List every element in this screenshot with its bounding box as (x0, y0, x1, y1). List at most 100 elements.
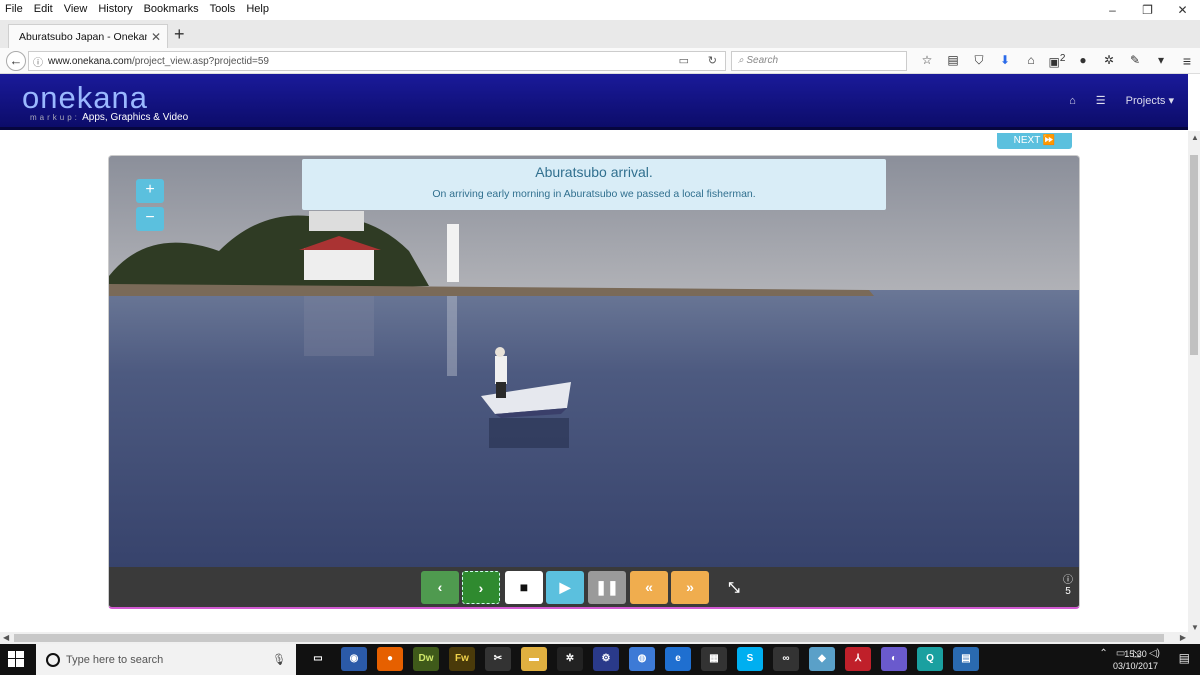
firefox-icon[interactable]: ● (377, 647, 403, 671)
address-bar[interactable]: ⓘ www.onekana.com/project_view.asp?proje… (28, 51, 726, 71)
close-window-button[interactable]: ✕ (1165, 0, 1200, 22)
list-nav-icon[interactable]: ☰ (1096, 94, 1106, 107)
app-icon-1[interactable]: ◉ (341, 647, 367, 671)
clock-date: 03/10/2017 (1112, 661, 1158, 671)
menu-edit[interactable]: Edit (29, 3, 59, 15)
page-content: NEXT ⏩ + − Aburatsubo arrival. On arrivi… (0, 133, 1188, 633)
pause-icon: ❚❚ (595, 579, 619, 595)
info-icon[interactable]: ⓘ (1061, 571, 1075, 586)
tab-title: Aburatsubo Japan - Onekana Pr… (19, 30, 147, 43)
home-nav-icon[interactable]: ⌂ (1069, 95, 1076, 107)
play-icon: ▶ (559, 579, 571, 595)
horizontal-scrollbar[interactable]: ◀ ▶ (0, 632, 1200, 644)
app-icon-3[interactable]: ⚙ (593, 647, 619, 671)
fast-forward-button[interactable]: » (671, 571, 709, 604)
site-logo[interactable]: onekana (22, 80, 148, 116)
hamburger-menu-icon[interactable]: ≡ (1174, 53, 1200, 69)
app-icon-2[interactable]: ✲ (557, 647, 583, 671)
menu-view[interactable]: View (59, 3, 94, 15)
download-icon[interactable]: ⬇ (992, 53, 1018, 69)
stop-button[interactable]: ■ (505, 571, 543, 604)
taskbar-search-placeholder: Type here to search (66, 653, 164, 666)
projects-dropdown[interactable]: Projects ▾ (1126, 94, 1174, 107)
tagline-prefix: markup: (30, 113, 80, 122)
menu-file[interactable]: File (0, 3, 29, 15)
menu-history[interactable]: History (93, 3, 138, 15)
skype-icon[interactable]: S (737, 647, 763, 671)
photo-caption: Aburatsubo arrival. On arriving early mo… (302, 159, 886, 210)
acrobat-icon[interactable]: ⅄ (845, 647, 871, 671)
app-icon-5[interactable]: ∞ (773, 647, 799, 671)
chevron-right-icon: › (478, 580, 484, 596)
windows-start-icon[interactable] (8, 651, 24, 667)
bookmark-star-icon[interactable]: ☆ (914, 53, 940, 69)
tagline-text: Apps, Graphics & Video (82, 112, 189, 123)
zoom-in-button[interactable]: + (136, 179, 164, 203)
scroll-up-icon[interactable]: ▲ (1191, 133, 1199, 142)
notifications-icon[interactable]: ▤ (1179, 651, 1190, 665)
fast-forward-icon: » (686, 579, 694, 595)
image-counter: ⓘ 5 (1061, 571, 1075, 597)
dreamweaver-icon[interactable]: Dw (413, 647, 439, 671)
rewind-button[interactable]: « (630, 571, 668, 604)
download-badge: 2 (1059, 53, 1066, 64)
fireworks-icon[interactable]: Fw (449, 647, 475, 671)
new-tab-button[interactable]: + (174, 24, 185, 45)
file-explorer-icon[interactable]: ▬ (521, 647, 547, 671)
browser-tab[interactable]: Aburatsubo Japan - Onekana Pr… ✕ (8, 24, 168, 48)
scroll-left-icon[interactable]: ◀ (3, 633, 9, 642)
app-icon-4[interactable]: ◍ (629, 647, 655, 671)
photo-scene (109, 156, 1079, 567)
pocket-icon[interactable]: ⛉ (966, 53, 992, 69)
app-icon-6[interactable]: ◆ (809, 647, 835, 671)
taskbar-search-input[interactable]: Type here to search 🎙 (36, 644, 296, 675)
next-slide-button[interactable]: › (462, 571, 500, 604)
horizontal-scroll-thumb[interactable] (14, 634, 1164, 642)
url-path: /project_view.asp?projectid=59 (131, 55, 269, 67)
previous-button[interactable]: ‹ (421, 571, 459, 604)
taskbar-apps: ▭ ◉ ● Dw Fw ✂ ▬ ✲ ⚙ ◍ e ▦ S ∞ ◆ ⅄ ◐ Q ▤ (300, 647, 984, 671)
caption-text: On arriving early morning in Aburatsubo … (432, 188, 756, 200)
play-button[interactable]: ▶ (546, 571, 584, 604)
tray-expand-icon[interactable]: ⌃ (1099, 648, 1107, 659)
rewind-icon: « (645, 579, 653, 595)
system-clock[interactable]: 15:30 03/10/2017 (1113, 648, 1158, 672)
restore-button[interactable]: ❐ (1130, 0, 1165, 22)
puzzle-icon[interactable]: ✲ (1096, 53, 1122, 69)
overflow-icon[interactable]: ▾ (1148, 53, 1174, 69)
pause-button[interactable]: ❚❚ (588, 571, 626, 604)
minimize-button[interactable]: – (1095, 0, 1130, 22)
app-icon-8[interactable]: Q (917, 647, 943, 671)
app-icon-9[interactable]: ▤ (953, 647, 979, 671)
search-input[interactable]: ⌕ Search (731, 51, 907, 71)
vertical-scrollbar[interactable]: ▲ ▼ (1188, 131, 1200, 634)
next-project-button[interactable]: NEXT ⏩ (997, 133, 1072, 149)
edge-icon[interactable]: e (665, 647, 691, 671)
task-view-icon[interactable]: ▭ (305, 647, 331, 671)
menu-bookmarks[interactable]: Bookmarks (139, 3, 205, 15)
site-info-icon[interactable]: ⓘ (33, 54, 43, 69)
app-icon-7[interactable]: ◐ (881, 647, 907, 671)
menu-help[interactable]: Help (241, 3, 275, 15)
fisherman-photo (109, 156, 1079, 567)
extension-badge-icon[interactable]: ▣2 (1044, 53, 1070, 69)
reload-icon[interactable]: ↻ (708, 54, 717, 67)
home-icon[interactable]: ⌂ (1018, 53, 1044, 69)
tools-app-icon[interactable]: ✂ (485, 647, 511, 671)
profile-icon[interactable]: ● (1070, 53, 1096, 69)
tools-icon[interactable]: ✎ (1122, 53, 1148, 69)
store-icon[interactable]: ▦ (701, 647, 727, 671)
fullscreen-button[interactable]: ⤡ (715, 571, 753, 604)
menu-tools[interactable]: Tools (205, 3, 242, 15)
microphone-icon[interactable]: 🎙 (272, 653, 286, 666)
scroll-down-icon[interactable]: ▼ (1191, 623, 1199, 632)
zoom-out-button[interactable]: − (136, 207, 164, 231)
library-icon[interactable]: ▤ (940, 53, 966, 69)
search-placeholder: Search (746, 55, 779, 66)
vertical-scroll-thumb[interactable] (1190, 155, 1198, 355)
back-button[interactable]: ← (6, 51, 26, 71)
windows-taskbar: Type here to search 🎙 ▭ ◉ ● Dw Fw ✂ ▬ ✲ … (0, 644, 1200, 675)
reader-view-icon[interactable]: ▭ (679, 54, 689, 67)
scroll-right-icon[interactable]: ▶ (1180, 633, 1186, 642)
tab-close-icon[interactable]: ✕ (151, 30, 161, 44)
